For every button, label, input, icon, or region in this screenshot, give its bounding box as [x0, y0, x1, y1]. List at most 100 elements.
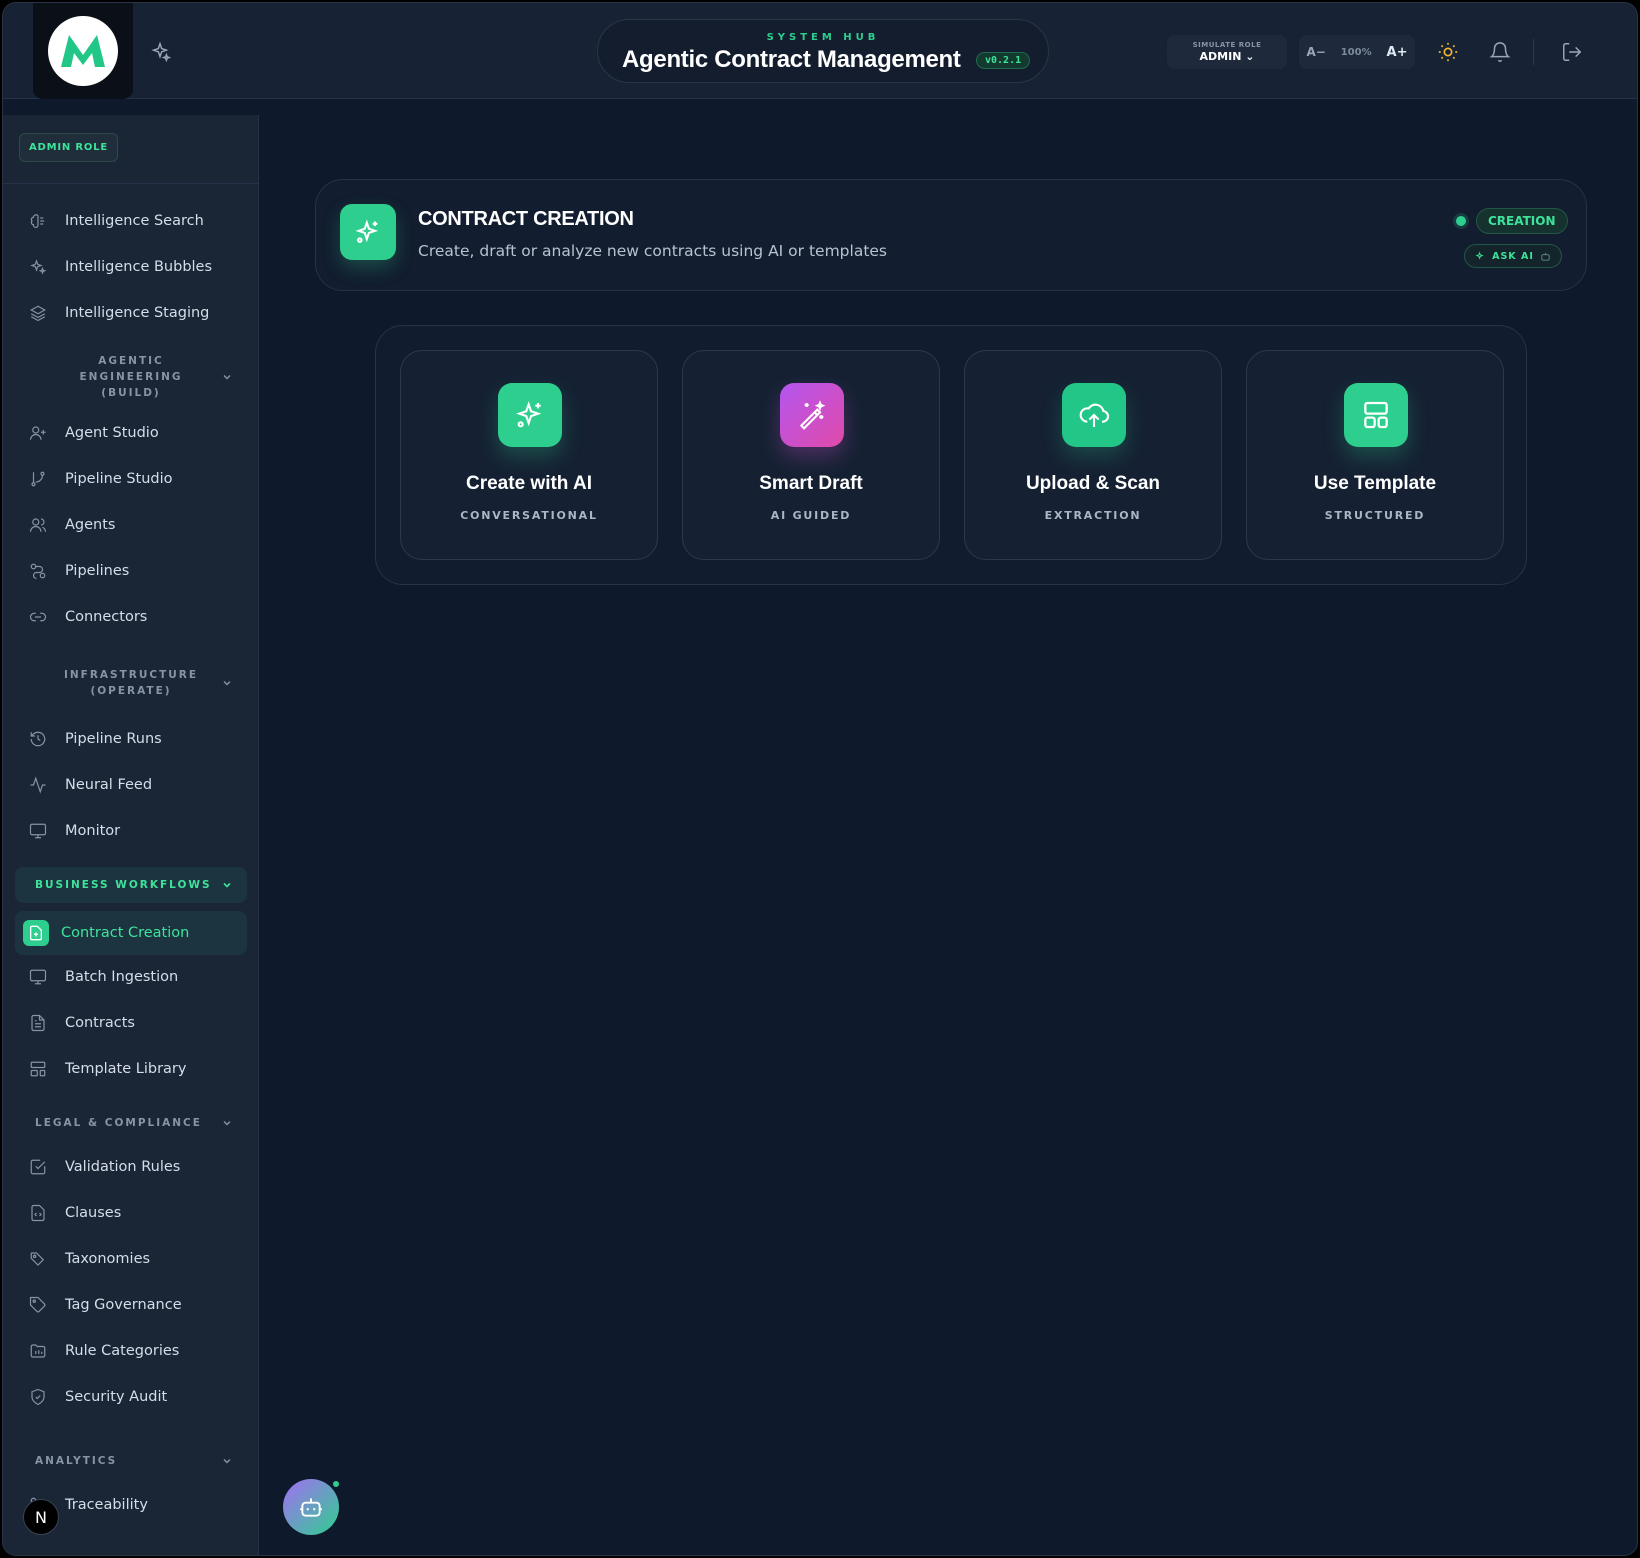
sidebar-item-contracts[interactable]: Contracts — [15, 1003, 247, 1043]
font-increase-button[interactable]: A+ — [1387, 45, 1408, 60]
status-indicator — [1456, 216, 1466, 226]
sidebar-divider — [3, 183, 258, 184]
sidebar: ADMIN ROLE Intelligence Search Intellige… — [3, 115, 259, 1555]
sidebar-item-intelligence-bubbles[interactable]: Intelligence Bubbles — [15, 247, 247, 287]
app-logo[interactable] — [33, 3, 133, 99]
app-window: SYSTEM HUB Agentic Contract Management v… — [2, 2, 1638, 1556]
sidebar-item-label: Contracts — [65, 1015, 135, 1031]
section-infrastructure[interactable]: INFRASTRUCTURE (OPERATE) — [15, 665, 247, 701]
ask-ai-button[interactable]: ASK AI — [1464, 244, 1562, 268]
section-legal-compliance[interactable]: LEGAL & COMPLIANCE — [15, 1105, 247, 1141]
sidebar-item-label: Pipeline Studio — [65, 471, 173, 487]
file-code-icon — [29, 1204, 47, 1222]
app-title: Agentic Contract Management — [622, 46, 961, 73]
sidebar-item-intelligence-search[interactable]: Intelligence Search — [15, 201, 247, 241]
sidebar-item-label: Contract Creation — [61, 925, 190, 941]
sidebar-item-agent-studio[interactable]: Agent Studio — [15, 413, 247, 453]
sidebar-item-label: Rule Categories — [65, 1343, 180, 1359]
ask-ai-label: ASK AI — [1492, 250, 1534, 262]
chevron-down-icon — [221, 1117, 233, 1129]
activity-icon — [29, 776, 47, 794]
section-agentic-engineering[interactable]: AGENTIC ENGINEERING (BUILD) — [15, 355, 247, 399]
check-square-icon — [29, 1158, 47, 1176]
sidebar-item-pipeline-runs[interactable]: Pipeline Runs — [15, 719, 247, 759]
git-branch-icon — [29, 470, 47, 488]
card-create-with-ai[interactable]: Create with AI CONVERSATIONAL — [400, 350, 658, 560]
chevron-down-icon — [221, 677, 233, 689]
section-analytics[interactable]: ANALYTICS — [15, 1443, 247, 1479]
section-title: INFRASTRUCTURE (OPERATE) — [63, 669, 199, 697]
route-icon — [29, 562, 47, 580]
sidebar-item-batch-ingestion[interactable]: Batch Ingestion — [15, 957, 247, 997]
layout-icon — [29, 1060, 47, 1078]
sidebar-item-neural-feed[interactable]: Neural Feed — [15, 765, 247, 805]
page-header-banner: CONTRACT CREATION Create, draft or analy… — [315, 179, 1587, 291]
sidebar-item-label: Pipeline Runs — [65, 731, 162, 747]
logo-mark-icon — [48, 16, 118, 86]
system-hub-pill: SYSTEM HUB Agentic Contract Management v… — [597, 19, 1049, 83]
section-title: LEGAL & COMPLIANCE — [35, 1117, 202, 1129]
sparkles-icon — [340, 204, 396, 260]
sidebar-item-security-audit[interactable]: Security Audit — [15, 1377, 247, 1417]
sidebar-item-agents[interactable]: Agents — [15, 505, 247, 545]
sidebar-item-label: Intelligence Search — [65, 213, 204, 229]
history-icon — [29, 730, 47, 748]
link-icon — [29, 608, 47, 626]
simulate-role-select[interactable]: SIMULATE ROLE ADMIN ⌄ — [1167, 35, 1287, 69]
sidebar-item-validation-rules[interactable]: Validation Rules — [15, 1147, 247, 1187]
folder-icon — [29, 1342, 47, 1360]
logout-icon[interactable] — [1561, 41, 1583, 63]
sidebar-item-label: Validation Rules — [65, 1159, 181, 1175]
ai-assistant-button[interactable] — [283, 1479, 339, 1535]
sun-icon[interactable] — [1437, 41, 1459, 63]
cloud-upload-icon — [1062, 383, 1126, 447]
sidebar-item-intelligence-staging[interactable]: Intelligence Staging — [15, 293, 247, 333]
sidebar-item-label: Clauses — [65, 1205, 122, 1221]
section-business-workflows[interactable]: BUSINESS WORKFLOWS — [15, 867, 247, 903]
section-title: AGENTIC ENGINEERING (BUILD) — [79, 355, 183, 399]
font-decrease-button[interactable]: A− — [1306, 45, 1325, 59]
sidebar-item-label: Connectors — [65, 609, 148, 625]
file-plus-icon — [23, 920, 49, 946]
page-title: CONTRACT CREATION — [418, 208, 634, 230]
sidebar-item-pipelines[interactable]: Pipelines — [15, 551, 247, 591]
bell-icon[interactable] — [1489, 41, 1511, 63]
layout-template-icon — [1344, 383, 1408, 447]
sidebar-item-rule-categories[interactable]: Rule Categories — [15, 1331, 247, 1371]
sidebar-item-label: Intelligence Bubbles — [65, 259, 213, 275]
sidebar-item-label: Monitor — [65, 823, 121, 839]
shield-check-icon — [29, 1388, 47, 1406]
sidebar-item-label: Tag Governance — [65, 1297, 182, 1313]
tags-icon — [29, 1250, 47, 1268]
sidebar-item-tag-governance[interactable]: Tag Governance — [15, 1285, 247, 1325]
sparkles-icon — [1475, 250, 1486, 262]
sparkles-icon — [29, 258, 47, 276]
sidebar-item-pipeline-studio[interactable]: Pipeline Studio — [15, 459, 247, 499]
card-use-template[interactable]: Use Template STRUCTURED — [1246, 350, 1504, 560]
bot-icon — [1540, 251, 1551, 262]
sidebar-item-contract-creation[interactable]: Contract Creation — [15, 911, 247, 955]
card-smart-draft[interactable]: Smart Draft AI GUIDED — [682, 350, 940, 560]
sidebar-item-template-library[interactable]: Template Library — [15, 1049, 247, 1089]
sidebar-item-monitor[interactable]: Monitor — [15, 811, 247, 851]
card-title: Use Template — [1313, 473, 1437, 494]
section-title: ANALYTICS — [35, 1455, 118, 1467]
sidebar-item-taxonomies[interactable]: Taxonomies — [15, 1239, 247, 1279]
card-subtitle: STRUCTURED — [1324, 509, 1426, 522]
header-divider — [1533, 39, 1534, 65]
sidebar-item-clauses[interactable]: Clauses — [15, 1193, 247, 1233]
user-plus-icon — [29, 424, 47, 442]
sparkles-icon[interactable] — [149, 41, 171, 63]
chevron-down-icon — [221, 1455, 233, 1467]
users-icon — [29, 516, 47, 534]
simulate-role-label: SIMULATE ROLE — [1192, 41, 1262, 49]
online-indicator — [331, 1479, 341, 1489]
card-upload-scan[interactable]: Upload & Scan EXTRACTION — [964, 350, 1222, 560]
sidebar-item-connectors[interactable]: Connectors — [15, 597, 247, 637]
sidebar-item-label: Batch Ingestion — [65, 969, 179, 985]
user-avatar[interactable]: N — [23, 1499, 59, 1535]
sidebar-item-label: Taxonomies — [65, 1251, 151, 1267]
status-badge: CREATION — [1476, 208, 1568, 234]
monitor-icon — [29, 968, 47, 986]
brain-icon — [29, 212, 47, 230]
